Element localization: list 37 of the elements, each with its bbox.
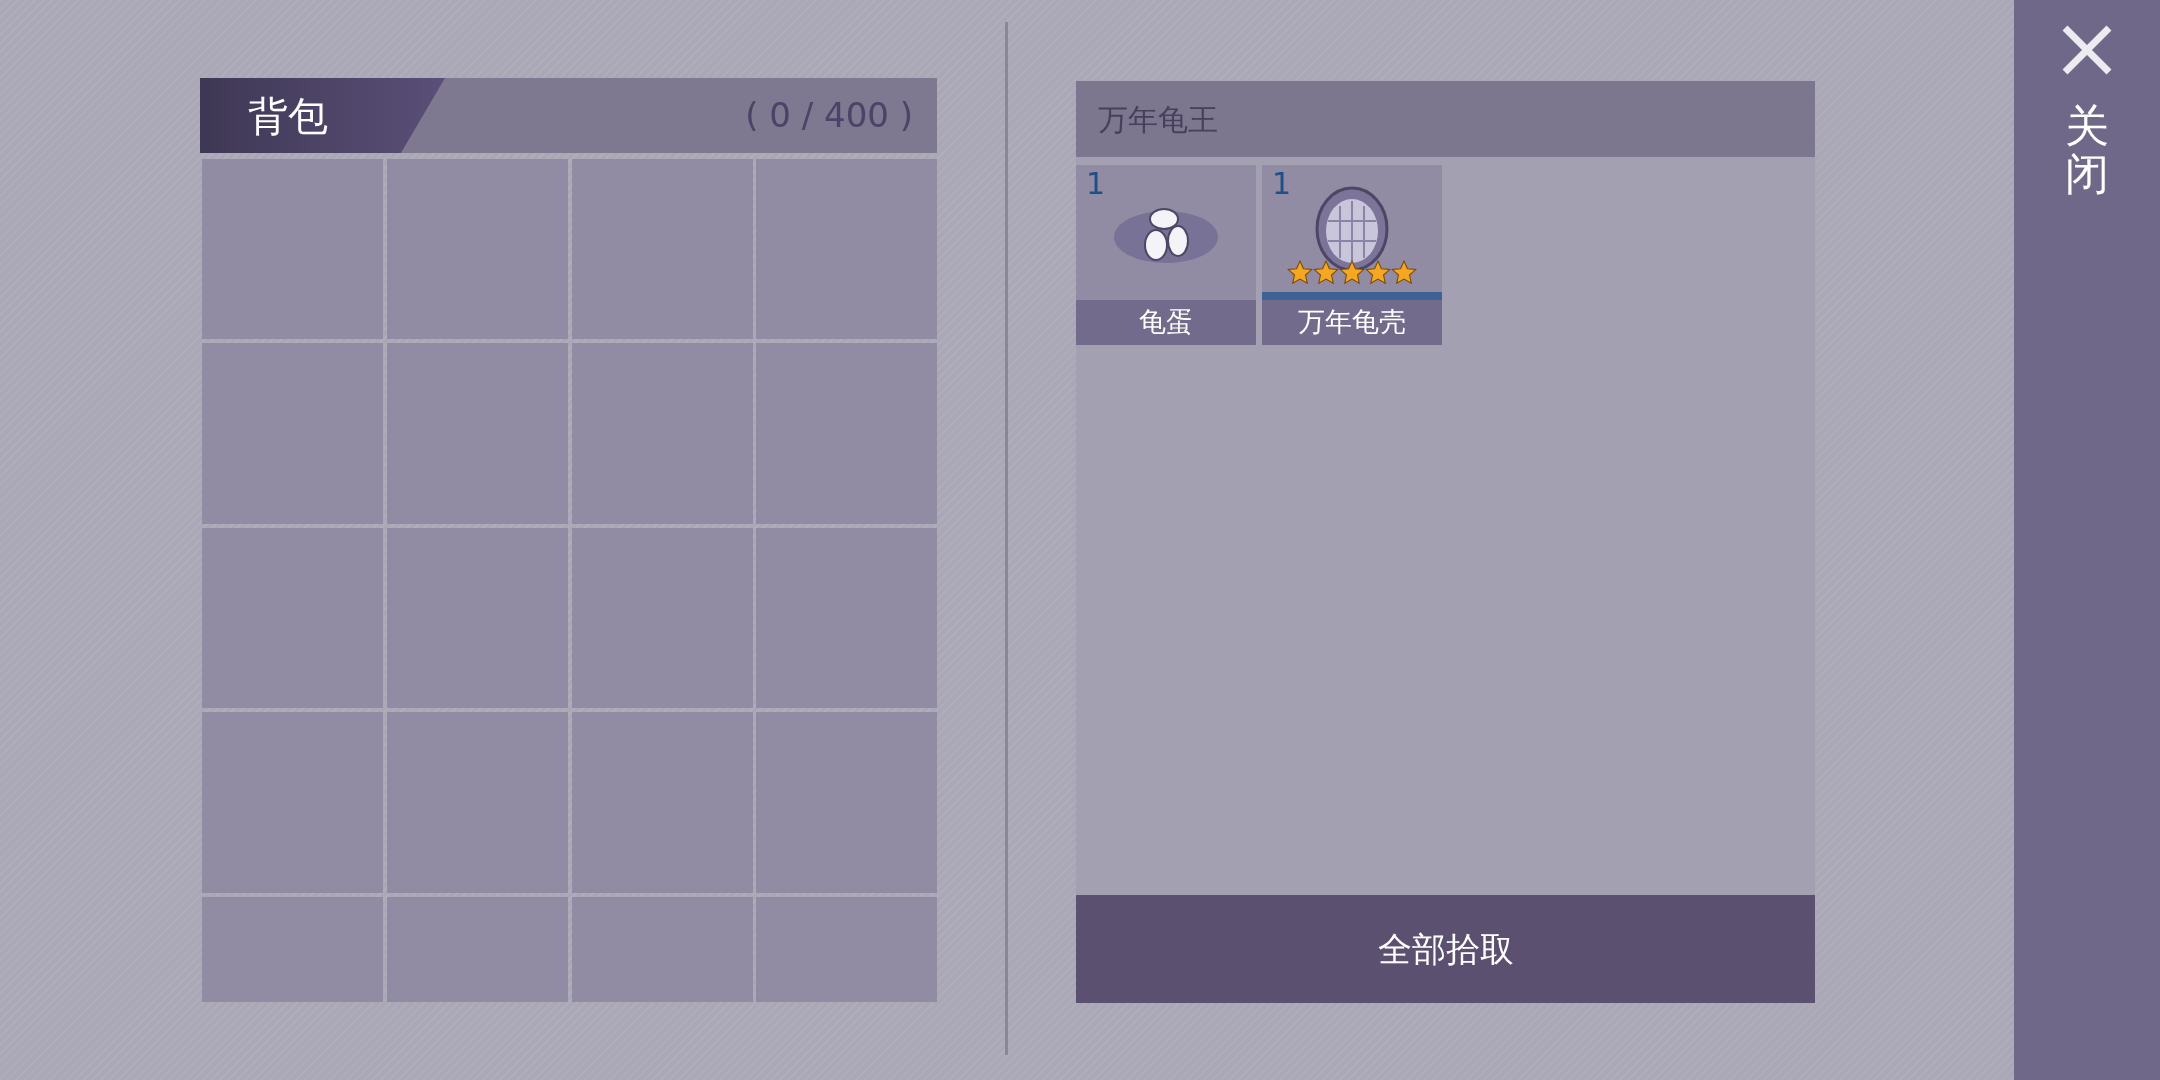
close-icon[interactable] xyxy=(2061,24,2113,76)
inventory-slot[interactable] xyxy=(756,343,938,524)
inventory-slot[interactable] xyxy=(386,343,568,524)
star-icon xyxy=(1391,260,1417,286)
inventory-slot[interactable] xyxy=(571,712,753,893)
star-icon xyxy=(1313,260,1339,286)
star-icon xyxy=(1339,260,1365,286)
inventory-slot[interactable] xyxy=(202,343,383,524)
bag-title: 背包 xyxy=(248,91,328,141)
loot-item[interactable]: 1 龟蛋 xyxy=(1076,165,1256,345)
item-count: 1 xyxy=(1086,169,1106,199)
inventory-slot[interactable] xyxy=(756,897,938,1002)
star-icon xyxy=(1287,260,1313,286)
inventory-slot[interactable] xyxy=(571,159,753,339)
inventory-slot[interactable] xyxy=(571,897,753,1002)
star-icon xyxy=(1365,260,1391,286)
shell-icon xyxy=(1314,185,1390,272)
item-name: 万年龟壳 xyxy=(1298,305,1406,340)
inventory-slot[interactable] xyxy=(571,528,753,708)
inventory-slot[interactable] xyxy=(386,528,568,708)
inventory-slot[interactable] xyxy=(202,528,383,708)
bag-tab[interactable]: 背包 xyxy=(200,78,445,153)
inventory-slot[interactable] xyxy=(202,712,383,893)
close-label[interactable]: 关闭 xyxy=(2065,102,2109,199)
inventory-slot[interactable] xyxy=(202,159,383,339)
item-count: 1 xyxy=(1272,169,1292,199)
inventory-slot[interactable] xyxy=(386,159,568,339)
inventory-slot[interactable] xyxy=(571,343,753,524)
inventory-slot[interactable] xyxy=(386,897,568,1002)
inventory-slot[interactable] xyxy=(202,897,383,1002)
take-all-button[interactable]: 全部拾取 xyxy=(1076,895,1815,1003)
inventory-slot[interactable] xyxy=(756,712,938,893)
inventory-slot[interactable] xyxy=(756,159,938,339)
inventory-slot[interactable] xyxy=(386,712,568,893)
item-name: 龟蛋 xyxy=(1139,305,1193,340)
inventory-slot[interactable] xyxy=(756,528,938,708)
loot-item[interactable]: 1 万年龟壳 xyxy=(1262,165,1442,345)
